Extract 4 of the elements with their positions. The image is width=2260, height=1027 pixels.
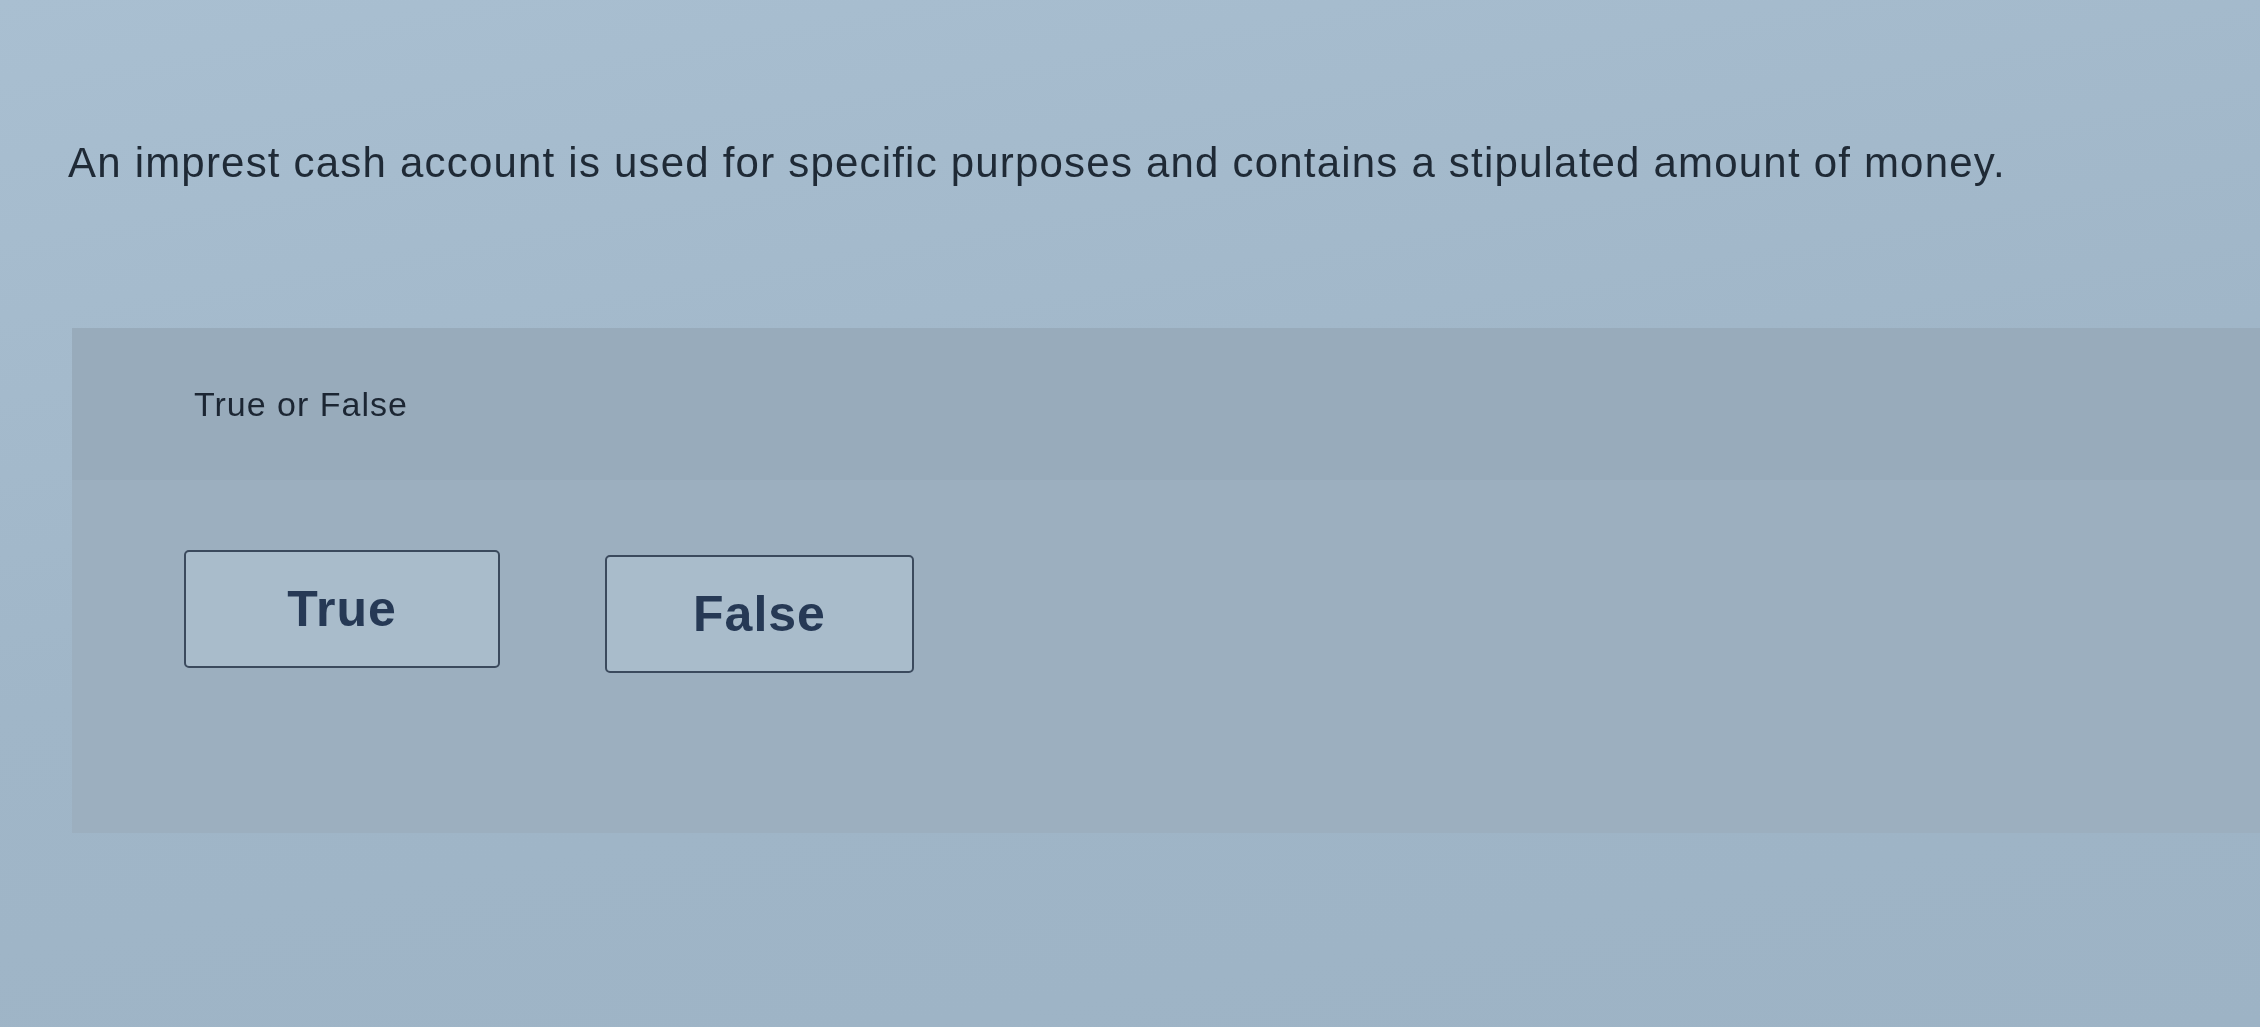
question-text: An imprest cash account is used for specific purposes and contains a stipulated amount of money. bbox=[68, 138, 2006, 188]
answer-choice-button[interactable]: False bbox=[605, 555, 914, 674]
answer-choice-button[interactable]: True bbox=[184, 550, 500, 669]
question-type-label: True or False bbox=[194, 384, 408, 424]
